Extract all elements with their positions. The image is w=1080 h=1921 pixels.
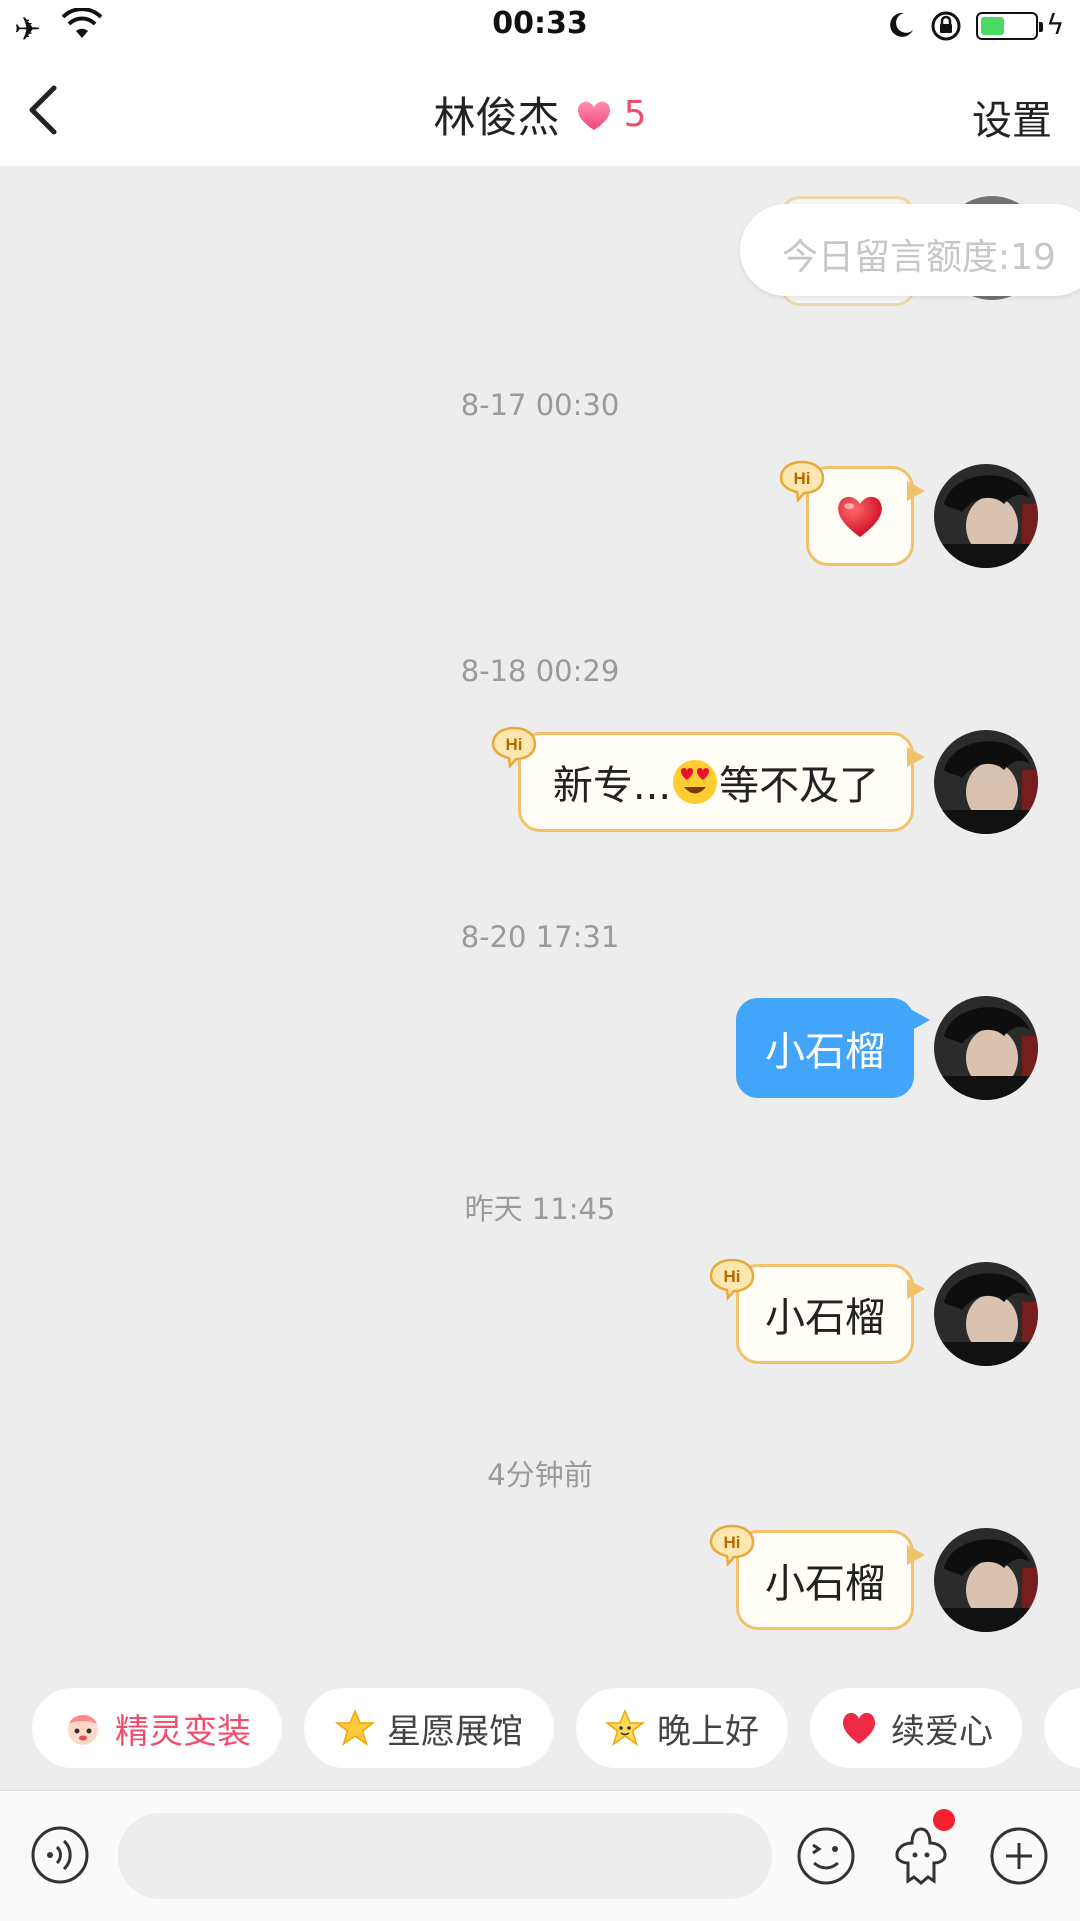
avatar[interactable] <box>934 730 1038 834</box>
quota-label: 今日留言额度:19 <box>782 237 1056 278</box>
message-timestamp: 8-17 00:30 <box>460 388 620 422</box>
avatar-photo <box>934 996 1038 1100</box>
hi-badge-icon: Hi <box>709 1258 755 1301</box>
nav-bar: 林俊杰 5 设置 <box>0 54 1080 166</box>
message-bubble[interactable]: 小石榴 <box>736 1530 925 1630</box>
heart-icon <box>842 1712 876 1744</box>
svg-text:Hi: Hi <box>506 735 523 754</box>
do-not-disturb-icon <box>890 12 913 37</box>
spirit-face-icon <box>68 1715 98 1745</box>
message-timestamp: 昨天 11:45 <box>464 1192 616 1226</box>
message-text: 等不及了 <box>719 763 880 809</box>
quota-pill: 今日留言额度:19 <box>740 204 1080 296</box>
status-time: 00:33 <box>492 6 588 41</box>
chip-label: 续爱心 <box>891 1711 993 1752</box>
message-timestamp: 8-18 00:29 <box>460 654 620 688</box>
chip-spirit-dressup[interactable]: 精灵变装 <box>32 1688 282 1768</box>
message-bubble[interactable]: 新专... 等不及了 <box>518 732 925 832</box>
message-text: 小石榴 <box>765 1029 885 1075</box>
hi-badge-icon: Hi <box>491 726 537 769</box>
chip-label: 精灵变装 <box>115 1711 251 1752</box>
chip-good-evening[interactable]: 晚上好 <box>576 1688 788 1768</box>
notification-dot <box>933 1809 955 1831</box>
message-timestamp: 4分钟前 <box>487 1458 593 1492</box>
chip-renew-heart[interactable]: 续爱心 <box>810 1688 1022 1768</box>
hi-badge-icon: Hi <box>709 1524 755 1567</box>
avatar-photo <box>934 464 1038 568</box>
hi-badge-icon: Hi <box>779 460 825 503</box>
spirit-icon[interactable] <box>888 1823 954 1889</box>
avatar[interactable] <box>934 996 1038 1100</box>
avatar-photo <box>934 730 1038 834</box>
message-text: 小石榴 <box>765 1295 885 1341</box>
title-group: 林俊杰 5 <box>0 84 1080 145</box>
message-bubble[interactable]: 小石榴 <box>736 998 930 1098</box>
input-bar <box>0 1790 1080 1921</box>
message-timestamp: 8-20 17:31 <box>460 920 620 954</box>
avatar[interactable] <box>934 1528 1038 1632</box>
heart-icon <box>577 101 610 130</box>
settings-button[interactable]: 设置 <box>972 88 1052 146</box>
chip-label: 晚上好 <box>657 1711 759 1752</box>
message-text: 新专... <box>552 763 672 809</box>
avatar-photo <box>934 1528 1038 1632</box>
quick-action-bar: 精灵变装 星愿展馆 晚上好 续爱心 <box>0 1688 1080 1770</box>
charging-icon: ϟ <box>1046 8 1065 41</box>
voice-icon[interactable] <box>30 1825 90 1885</box>
svg-text:Hi: Hi <box>794 469 811 488</box>
status-bar: ✈ 00:33 ϟ <box>0 0 1080 54</box>
svg-text:Hi: Hi <box>724 1267 741 1286</box>
star-face-icon <box>605 1709 645 1746</box>
page-title: 林俊杰 <box>433 93 560 142</box>
red-heart-emoji <box>838 496 882 537</box>
heart-count: 5 <box>623 94 647 135</box>
heart-eyes-emoji <box>673 760 718 804</box>
avatar[interactable] <box>934 464 1038 568</box>
battery-icon <box>976 12 1043 40</box>
chip-label: 星愿展馆 <box>387 1711 523 1752</box>
message-bubble[interactable]: 小石榴 <box>736 1264 925 1364</box>
battery-fill <box>981 17 1005 35</box>
svg-text:Hi: Hi <box>724 1533 741 1552</box>
rotation-lock-icon <box>931 11 961 41</box>
star-icon <box>335 1709 375 1746</box>
plus-icon[interactable] <box>988 1825 1050 1887</box>
message-input[interactable] <box>118 1813 772 1899</box>
chip-more-partial[interactable] <box>1044 1688 1080 1768</box>
avatar-photo <box>934 1262 1038 1366</box>
avatar[interactable] <box>934 1262 1038 1366</box>
emoji-icon[interactable] <box>795 1825 857 1887</box>
message-text: 小石榴 <box>765 1561 885 1607</box>
chip-star-wish[interactable]: 星愿展馆 <box>304 1688 554 1768</box>
